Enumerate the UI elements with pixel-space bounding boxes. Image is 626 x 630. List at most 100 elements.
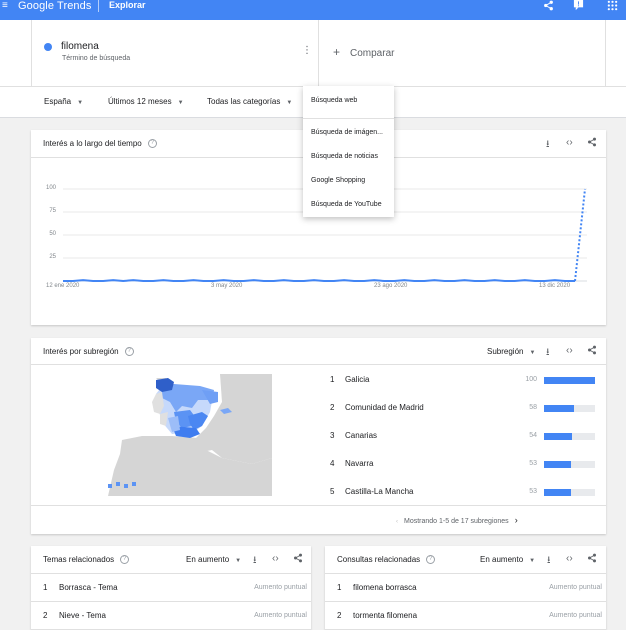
help-icon[interactable]: ?: [120, 555, 130, 565]
series-color-dot: [44, 43, 52, 51]
feedback-icon[interactable]: [573, 0, 584, 14]
item-value: Aumento puntual: [549, 584, 602, 591]
region-map[interactable]: [102, 372, 276, 496]
dropdown-item-youtube[interactable]: Búsqueda de YouTube: [311, 201, 382, 208]
rising-selector[interactable]: En aumento ▼: [480, 555, 535, 564]
item-name: Borrasca - Tema: [59, 583, 118, 592]
embed-code-icon[interactable]: ‹›: [566, 553, 573, 564]
value-bar-track: [544, 405, 595, 412]
value-bar-track: [544, 377, 595, 384]
dropdown-item-images[interactable]: Búsqueda de imágen...: [311, 129, 383, 136]
help-icon[interactable]: ?: [147, 139, 157, 149]
item-name: tormenta filomena: [353, 611, 418, 620]
x-tick-label: 12 ene 2020: [46, 283, 80, 289]
term-card[interactable]: filomena Término de búsqueda ⋮: [31, 20, 319, 86]
rising-selector-label: En aumento: [480, 555, 524, 564]
share-icon[interactable]: [587, 137, 597, 150]
more-vert-icon[interactable]: ⋮: [302, 45, 312, 56]
region-rank: 5: [330, 487, 335, 496]
category-filter-label: Todas las categorías: [207, 97, 281, 106]
region-row[interactable]: 4 Navarra 53: [327, 450, 607, 478]
chevron-down-icon: ▼: [177, 100, 184, 106]
region-value: 54: [529, 432, 537, 439]
region-rank: 4: [330, 459, 335, 468]
dropdown-item-shopping[interactable]: Google Shopping: [311, 177, 365, 184]
region-rank: 1: [330, 375, 335, 384]
apps-grid-icon[interactable]: [607, 0, 618, 14]
region-value: 100: [525, 376, 537, 383]
value-bar: [544, 461, 572, 468]
chevron-left-icon[interactable]: ‹: [396, 519, 398, 525]
region-rank: 2: [330, 403, 335, 412]
region-name: Canarias: [345, 431, 378, 440]
top-bar: ≡ Google Trends Explorar: [0, 0, 626, 20]
pagination-label: Mostrando 1-5 de 17 subregiones: [404, 518, 509, 525]
help-icon[interactable]: ?: [124, 347, 134, 357]
country-filter-label: España: [44, 97, 72, 106]
card-title: Interés por subregión?: [43, 347, 134, 357]
queries-title: Consultas relacionadas: [337, 555, 421, 564]
list-item[interactable]: 2 tormenta filomena Aumento puntual: [325, 602, 606, 630]
x-tick-label: 3 may 2020: [211, 283, 243, 289]
x-tick-label: 23 ago 2020: [374, 283, 408, 289]
download-icon[interactable]: ⭳: [546, 345, 550, 362]
share-icon[interactable]: [587, 345, 597, 358]
embed-code-icon[interactable]: ‹›: [272, 553, 279, 564]
share-icon[interactable]: [293, 553, 303, 566]
divider: [31, 364, 606, 365]
region-name: Comunidad de Madrid: [345, 403, 424, 412]
item-name: Nieve - Tema: [59, 611, 106, 620]
list-item[interactable]: 1 Borrasca - Tema Aumento puntual: [31, 574, 311, 602]
share-icon[interactable]: [543, 0, 554, 14]
region-rank: 3: [330, 431, 335, 440]
divider: [303, 118, 394, 119]
y-tick-label: 75: [49, 208, 56, 214]
download-icon[interactable]: ⭳: [547, 553, 551, 570]
app-logo[interactable]: Google Trends: [18, 0, 91, 12]
dropdown-item-news[interactable]: Búsqueda de noticias: [311, 153, 378, 160]
page-title: Explorar: [109, 0, 146, 10]
item-rank: 2: [43, 611, 48, 620]
rising-selector[interactable]: En aumento ▼: [186, 555, 241, 564]
region-row[interactable]: 5 Castilla-La Mancha 53: [327, 478, 607, 506]
help-icon[interactable]: ?: [426, 555, 436, 565]
region-row[interactable]: 1 Galicia 100: [327, 366, 607, 394]
region-name: Castilla-La Mancha: [345, 487, 414, 496]
region-value: 53: [529, 460, 537, 467]
region-row[interactable]: 3 Canarias 54: [327, 422, 607, 450]
category-filter[interactable]: Todas las categorías ▼: [207, 97, 292, 106]
interest-time-title: Interés a lo largo del tiempo: [43, 139, 142, 148]
dropdown-item-web[interactable]: Búsqueda web: [311, 97, 357, 104]
y-tick-label: 100: [45, 185, 56, 191]
compare-card[interactable]: + Comparar: [319, 20, 606, 86]
share-icon[interactable]: [587, 553, 597, 566]
x-tick-label: 13 dic 2020: [539, 283, 571, 289]
region-name: Navarra: [345, 459, 374, 468]
chevron-down-icon: ▼: [529, 558, 536, 564]
rising-selector-label: En aumento: [186, 555, 230, 564]
item-rank: 1: [337, 583, 342, 592]
country-filter[interactable]: España ▼: [44, 97, 83, 106]
value-bar: [544, 405, 574, 412]
value-bar-track: [544, 489, 595, 496]
period-filter-label: Últimos 12 meses: [108, 97, 172, 106]
download-icon[interactable]: ⭳: [253, 553, 257, 570]
region-name: Galicia: [345, 375, 370, 384]
y-tick-label: 50: [49, 231, 56, 237]
menu-icon[interactable]: ≡: [2, 0, 8, 11]
value-bar-track: [544, 461, 595, 468]
y-tick-label: 25: [49, 254, 56, 260]
value-bar-track: [544, 433, 595, 440]
resolution-selector[interactable]: Subregión ▼: [487, 347, 535, 356]
item-value: Aumento puntual: [254, 584, 307, 591]
chevron-right-icon[interactable]: ›: [515, 515, 518, 525]
list-item[interactable]: 1 filomena borrasca Aumento puntual: [325, 574, 606, 602]
embed-code-icon[interactable]: ‹›: [566, 137, 573, 148]
list-item[interactable]: 2 Nieve - Tema Aumento puntual: [31, 602, 311, 630]
pagination: ‹ Mostrando 1-5 de 17 subregiones ›: [396, 515, 518, 525]
card-title: Temas relacionados?: [43, 555, 130, 565]
embed-code-icon[interactable]: ‹›: [566, 345, 573, 356]
period-filter[interactable]: Últimos 12 meses ▼: [108, 97, 184, 106]
download-icon[interactable]: ⭳: [546, 137, 550, 154]
region-row[interactable]: 2 Comunidad de Madrid 58: [327, 394, 607, 422]
